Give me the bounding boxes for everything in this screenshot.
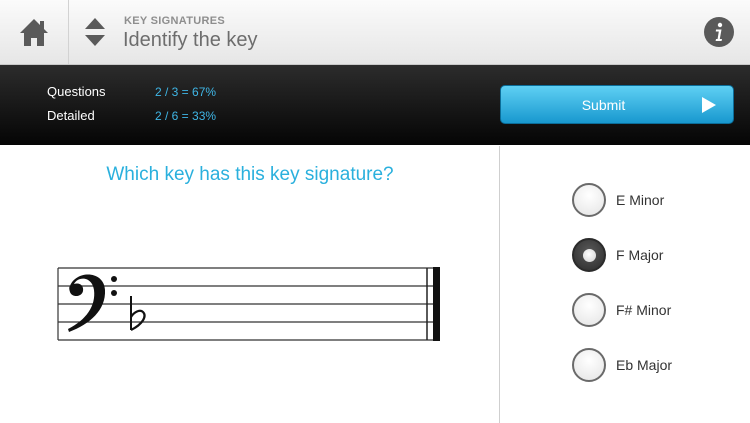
radio-button[interactable]: [572, 293, 606, 327]
radio-selected-dot: [583, 249, 596, 262]
radio-button[interactable]: [572, 183, 606, 217]
option-f-major[interactable]: F Major: [572, 238, 742, 276]
detailed-label: Detailed: [47, 108, 95, 123]
option-f-sharp-minor[interactable]: F# Minor: [572, 293, 742, 331]
music-staff: [57, 267, 440, 341]
questions-value: 2 / 3 = 67%: [155, 85, 217, 99]
option-e-minor[interactable]: E Minor: [572, 183, 742, 221]
radio-button[interactable]: [572, 348, 606, 382]
option-label: E Minor: [616, 192, 665, 208]
question-text: Which key has this key signature?: [106, 164, 394, 185]
info-button[interactable]: [703, 16, 735, 48]
questions-label: Questions: [47, 84, 106, 99]
home-icon: [20, 19, 48, 46]
top-header: KEY SIGNATURES Identify the key: [0, 0, 750, 65]
final-barline-thick: [433, 267, 440, 341]
flat-sign-icon: [130, 296, 146, 331]
section-subtitle: KEY SIGNATURES: [124, 15, 225, 27]
up-down-arrows-icon: [85, 18, 105, 46]
bass-clef-icon: [68, 274, 117, 332]
submit-button[interactable]: Submit: [500, 85, 734, 124]
page-title: Identify the key: [123, 29, 258, 51]
option-e-flat-major[interactable]: Eb Major: [572, 348, 742, 386]
option-label: F Major: [616, 247, 664, 263]
home-button[interactable]: [0, 0, 69, 64]
radio-button-selected[interactable]: [572, 238, 606, 272]
detailed-value: 2 / 6 = 33%: [155, 109, 217, 123]
play-arrow-icon: [702, 97, 716, 113]
question-panel: Which key has this key signature?: [0, 146, 500, 423]
option-label: F# Minor: [616, 302, 672, 318]
navigate-updown-button[interactable]: [82, 14, 108, 50]
stats-bar: Questions 2 / 3 = 67% Detailed 2 / 6 = 3…: [0, 65, 750, 145]
submit-label: Submit: [581, 97, 626, 113]
info-icon: [704, 17, 734, 47]
answer-options: E Minor F Major F# Minor Eb Major: [501, 146, 750, 423]
option-label: Eb Major: [616, 357, 673, 373]
